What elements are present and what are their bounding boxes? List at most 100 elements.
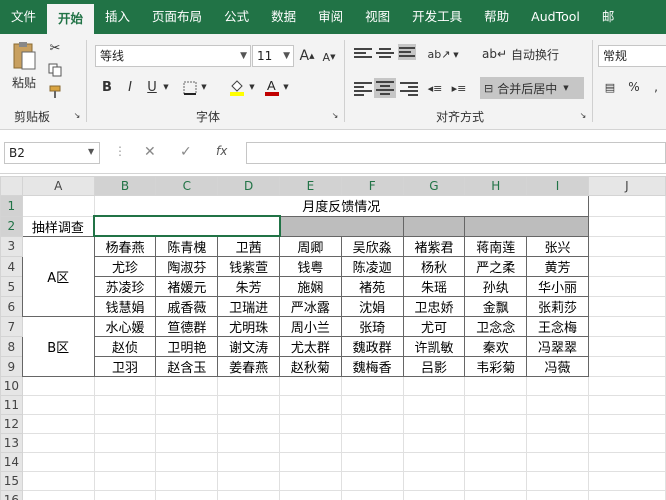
cell[interactable] <box>279 376 342 396</box>
insert-function-icon[interactable]: fx <box>216 144 227 158</box>
underline-button[interactable]: U <box>144 78 160 96</box>
cell[interactable] <box>402 471 466 491</box>
cell[interactable] <box>587 452 666 472</box>
cell[interactable] <box>340 490 404 500</box>
cell[interactable] <box>402 395 466 415</box>
cell[interactable] <box>93 414 157 434</box>
row-header[interactable]: 9 <box>0 356 23 377</box>
name-cell[interactable]: 吕影 <box>402 356 466 377</box>
cell[interactable] <box>587 336 666 357</box>
column-header[interactable]: C <box>155 176 219 196</box>
name-cell[interactable]: 秦欢 <box>464 336 528 357</box>
font-name-combo[interactable]: 等线 ▼ <box>95 45 251 67</box>
border-icon[interactable] <box>182 80 198 96</box>
name-cell[interactable]: 卫茜 <box>217 235 280 257</box>
cell[interactable] <box>217 471 280 491</box>
cell[interactable] <box>587 296 666 317</box>
comma-format-icon[interactable]: , <box>648 78 664 96</box>
tab-11[interactable]: 邮 <box>591 0 626 34</box>
tab-5[interactable]: 数据 <box>260 0 307 34</box>
name-cell[interactable]: 华小丽 <box>526 276 589 297</box>
name-cell[interactable]: 孙纨 <box>464 276 528 297</box>
cell[interactable] <box>587 256 666 277</box>
tab-2[interactable]: 插入 <box>94 0 141 34</box>
align-top-icon[interactable] <box>354 46 372 62</box>
name-cell[interactable]: 魏政群 <box>340 336 404 357</box>
cell[interactable] <box>155 490 219 500</box>
align-center-icon[interactable] <box>374 78 396 98</box>
number-format-combo[interactable]: 常规 <box>598 45 666 67</box>
column-header[interactable]: A <box>21 176 95 196</box>
decrease-indent-icon[interactable]: ◂≡ <box>426 80 444 96</box>
name-cell[interactable]: 施娴 <box>279 276 342 297</box>
name-cell[interactable]: 严冰露 <box>279 296 342 317</box>
cell[interactable] <box>526 414 589 434</box>
column-header[interactable]: I <box>526 176 589 196</box>
column-header[interactable]: J <box>587 176 666 196</box>
shrink-font-button[interactable]: A ▼ <box>320 49 338 65</box>
row-header[interactable]: 15 <box>0 471 23 491</box>
underline-dropdown-icon[interactable]: ▼ <box>162 80 170 94</box>
cell[interactable] <box>155 471 219 491</box>
name-cell[interactable]: 杨春燕 <box>93 235 157 257</box>
name-cell[interactable]: 谢文涛 <box>217 336 280 357</box>
cell[interactable] <box>21 195 95 217</box>
name-cell[interactable]: 朱瑶 <box>402 276 466 297</box>
merged-cell[interactable] <box>402 215 466 237</box>
name-cell[interactable]: 卫念念 <box>464 316 528 337</box>
cell[interactable] <box>526 490 589 500</box>
fill-color-dropdown-icon[interactable]: ▼ <box>248 80 256 94</box>
name-cell[interactable]: 尤珍 <box>93 256 157 277</box>
row-header[interactable]: 6 <box>0 296 23 317</box>
cell[interactable] <box>464 395 528 415</box>
name-cell[interactable]: 杨秋 <box>402 256 466 277</box>
active-cell[interactable] <box>93 215 281 237</box>
column-header[interactable]: G <box>402 176 466 196</box>
cell[interactable] <box>587 235 666 257</box>
cell[interactable] <box>526 376 589 396</box>
accounting-format-icon[interactable]: ▤ <box>600 78 620 96</box>
name-cell[interactable]: 冯薇 <box>526 356 589 377</box>
cell[interactable] <box>21 414 95 434</box>
name-cell[interactable]: 王念梅 <box>526 316 589 337</box>
cell[interactable] <box>21 395 95 415</box>
row-header[interactable]: 8 <box>0 336 23 357</box>
cell[interactable] <box>340 376 404 396</box>
name-cell[interactable]: 苏凌珍 <box>93 276 157 297</box>
cell[interactable] <box>217 452 280 472</box>
name-cell[interactable]: 赵侦 <box>93 336 157 357</box>
name-cell[interactable]: 陶淑芬 <box>155 256 219 277</box>
merged-cell[interactable] <box>464 215 589 237</box>
name-cell[interactable]: 赵含玉 <box>155 356 219 377</box>
sheet-title-cell[interactable]: 月度反馈情况 <box>93 195 589 217</box>
row-header[interactable]: 13 <box>0 433 23 453</box>
tab-4[interactable]: 公式 <box>213 0 260 34</box>
region-b-cell[interactable]: B区 <box>21 316 95 377</box>
merged-cell[interactable] <box>279 215 404 237</box>
cell[interactable] <box>155 414 219 434</box>
cell[interactable] <box>93 433 157 453</box>
name-cell[interactable]: 张兴 <box>526 235 589 257</box>
cell[interactable] <box>93 471 157 491</box>
cell[interactable] <box>402 376 466 396</box>
cell[interactable] <box>526 395 589 415</box>
name-cell[interactable]: 卫羽 <box>93 356 157 377</box>
name-cell[interactable]: 许凯敏 <box>402 336 466 357</box>
font-launcher-icon[interactable]: ↘ <box>330 110 340 120</box>
fill-color-icon[interactable] <box>228 78 246 96</box>
formula-input[interactable] <box>246 142 666 164</box>
name-cell[interactable]: 陈凌迦 <box>340 256 404 277</box>
cell[interactable] <box>279 395 342 415</box>
name-cell[interactable]: 卫忠娇 <box>402 296 466 317</box>
cell[interactable] <box>155 452 219 472</box>
name-cell[interactable]: 周小兰 <box>279 316 342 337</box>
cell[interactable] <box>587 414 666 434</box>
row-header[interactable]: 5 <box>0 276 23 297</box>
cell[interactable] <box>587 276 666 297</box>
cell[interactable] <box>217 490 280 500</box>
cell[interactable] <box>587 433 666 453</box>
clipboard-launcher-icon[interactable]: ↘ <box>72 110 82 120</box>
cell[interactable] <box>93 395 157 415</box>
font-size-combo[interactable]: 11 ▼ <box>252 45 294 67</box>
cell[interactable] <box>526 452 589 472</box>
